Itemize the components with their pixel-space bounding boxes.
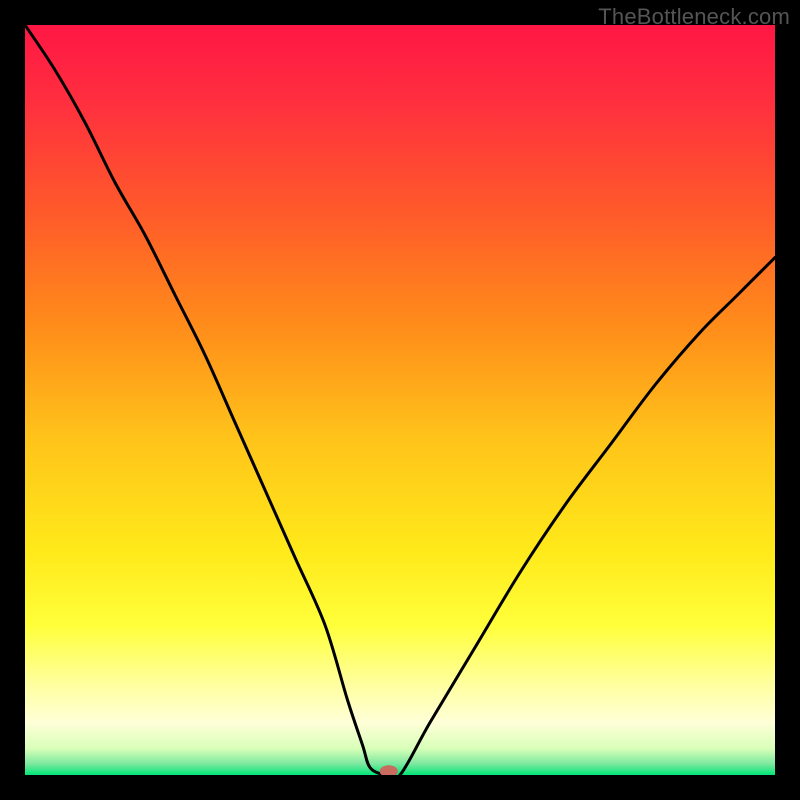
chart-frame: TheBottleneck.com [0, 0, 800, 800]
gradient-background [25, 25, 775, 775]
chart-svg [25, 25, 775, 775]
plot-area [25, 25, 775, 775]
